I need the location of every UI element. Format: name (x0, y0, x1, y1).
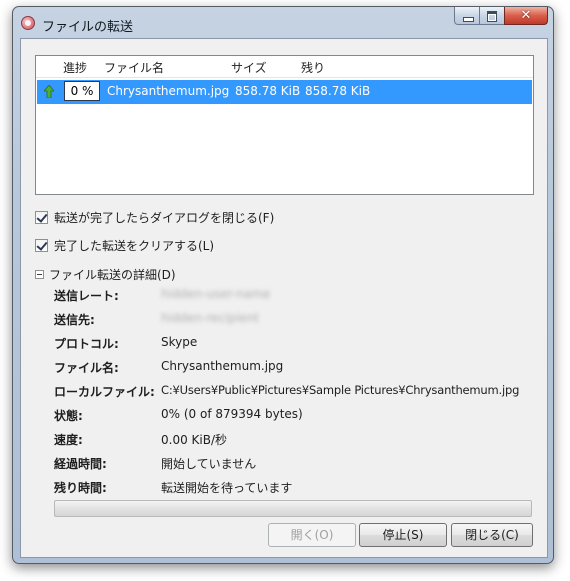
upload-arrow-icon (44, 85, 54, 98)
close-window-button[interactable]: ✕ (504, 7, 548, 25)
minimize-icon (463, 17, 474, 22)
row-file-name: Chrysanthemum.jpg (107, 84, 230, 98)
minimize-button[interactable] (454, 7, 480, 25)
detail-label-recipient: 送信先: (54, 313, 95, 327)
detail-value-elapsed: 開始していません (161, 457, 257, 471)
dialog-body: 進捗 ファイル名 サイズ 残り 0 % Chrysanthemum.jpg 85… (20, 38, 548, 558)
detail-label-local-file: ローカルファイル: (54, 385, 155, 399)
open-button[interactable]: 開く(O) (268, 523, 356, 547)
details-toggle-label[interactable]: ファイル転送の詳細(D) (49, 266, 176, 283)
detail-label-sender: 送信レート: (54, 289, 119, 303)
close-when-done-option[interactable]: 転送が完了したらダイアログを閉じる(F) (35, 209, 274, 225)
detail-label-speed: 速度: (54, 433, 83, 447)
close-icon: ✕ (520, 8, 532, 23)
title-bar[interactable]: ファイルの転送 ✕ (13, 7, 553, 39)
file-transfer-window: ファイルの転送 ✕ 進捗 ファイル名 サイズ 残り 0 % Chrysanthe… (12, 6, 554, 564)
collapse-icon[interactable] (35, 270, 44, 279)
detail-value-protocol: Skype (161, 335, 198, 349)
clear-completed-label[interactable]: 完了した転送をクリアする(L) (54, 237, 214, 254)
row-progress: 0 % (64, 81, 100, 101)
column-header-file-name[interactable]: ファイル名 (104, 59, 164, 76)
window-title: ファイルの転送 (42, 20, 134, 35)
close-button[interactable]: 閉じる(C) (451, 523, 533, 547)
detail-value-local-file: C:¥Users¥Public¥Pictures¥Sample Pictures… (161, 383, 520, 397)
detail-label-status: 状態: (54, 409, 83, 423)
app-icon[interactable] (21, 16, 35, 30)
close-when-done-checkbox[interactable] (35, 210, 48, 224)
detail-value-recipient: hidden-recipient (161, 311, 260, 325)
details-toggle[interactable]: ファイル転送の詳細(D) (35, 266, 176, 283)
column-header-size[interactable]: サイズ (231, 59, 267, 76)
detail-label-remaining-time: 残り時間: (54, 481, 107, 495)
row-remaining: 858.78 KiB (305, 84, 371, 98)
transfer-row[interactable]: 0 % Chrysanthemum.jpg 858.78 KiB 858.78 … (37, 80, 532, 104)
close-when-done-label[interactable]: 転送が完了したらダイアログを閉じる(F) (54, 209, 274, 226)
clear-completed-checkbox[interactable] (35, 238, 48, 252)
detail-label-protocol: プロトコル: (54, 337, 119, 351)
maximize-button[interactable] (479, 7, 505, 25)
clear-completed-option[interactable]: 完了した転送をクリアする(L) (35, 237, 214, 253)
row-size: 858.78 KiB (235, 84, 301, 98)
column-header-remaining[interactable]: 残り (301, 59, 325, 76)
detail-value-remaining-time: 転送開始を待っています (161, 481, 293, 495)
transfer-progress-bar (54, 500, 532, 517)
detail-value-speed: 0.00 KiB/秒 (161, 433, 228, 447)
detail-label-file-name: ファイル名: (54, 361, 119, 375)
caption-buttons: ✕ (454, 7, 548, 27)
detail-value-file-name: Chrysanthemum.jpg (161, 359, 284, 373)
maximize-icon (487, 11, 497, 22)
list-header: 進捗 ファイル名 サイズ 残り (36, 56, 533, 78)
detail-value-status: 0% (0 of 879394 bytes) (161, 407, 303, 421)
detail-value-sender: hidden-user-name (161, 287, 271, 301)
stop-button[interactable]: 停止(S) (359, 523, 447, 547)
column-header-progress[interactable]: 進捗 (63, 59, 87, 76)
transfer-list[interactable]: 進捗 ファイル名 サイズ 残り 0 % Chrysanthemum.jpg 85… (35, 55, 534, 195)
detail-label-elapsed: 経過時間: (54, 457, 107, 471)
